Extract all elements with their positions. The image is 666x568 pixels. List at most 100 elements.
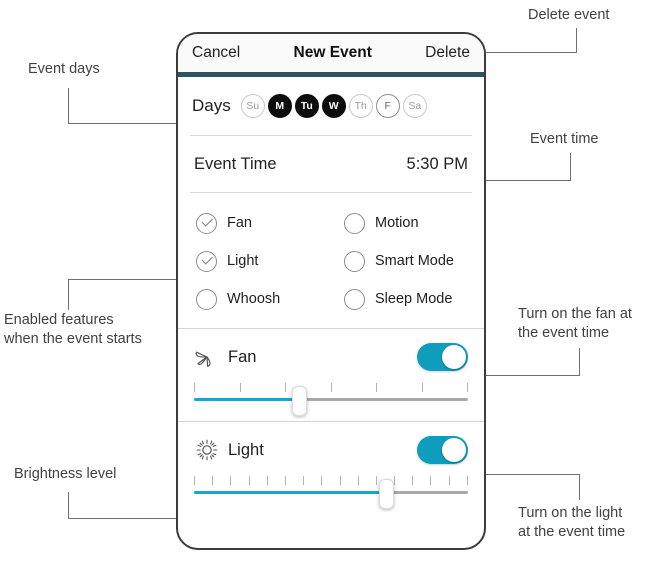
tick (285, 383, 286, 392)
empty-circle-icon[interactable] (344, 212, 365, 234)
tick (448, 476, 450, 485)
check-circle-icon[interactable] (196, 250, 217, 272)
tick (394, 476, 396, 485)
event-time-label: Event Time (194, 154, 277, 173)
tick (194, 383, 195, 392)
tick (194, 476, 195, 485)
light-slider-track[interactable] (194, 491, 468, 494)
feature-label: Whoosh (227, 291, 281, 307)
leader-event-time-vertical (570, 153, 571, 181)
tick (357, 476, 359, 485)
tick (248, 476, 250, 485)
light-slider-ticks (194, 476, 468, 485)
phone-frame: Cancel New Event Delete Days Su M Tu W T… (176, 32, 486, 550)
tick (330, 383, 332, 392)
leader-turn-on-fan-vertical (579, 348, 580, 376)
fan-speed-slider[interactable] (194, 377, 468, 416)
tick (466, 476, 468, 485)
day-pill-tu[interactable]: Tu (294, 94, 319, 118)
feature-sleep-mode[interactable]: Sleep Mode (336, 288, 484, 310)
day-pill-f[interactable]: F (375, 94, 400, 118)
tick (266, 476, 268, 485)
leader-delete-vertical (576, 28, 577, 53)
light-control-label: Light (228, 440, 264, 459)
tick (303, 476, 305, 485)
page-title: New Event (293, 44, 372, 61)
leader-delete-horizontal (472, 52, 577, 53)
toggle-knob (442, 345, 466, 369)
features-row: Fan Motion (178, 204, 484, 242)
day-pill-su[interactable]: Su (240, 94, 265, 118)
feature-label: Light (227, 253, 259, 269)
leader-brightness-vertical (68, 492, 69, 519)
day-pill-w[interactable]: W (321, 94, 346, 118)
sun-icon (194, 437, 220, 463)
annotation-event-time: Event time (530, 131, 599, 147)
event-time-value[interactable]: 5:30 PM (407, 155, 468, 174)
tick (430, 476, 432, 485)
feature-whoosh[interactable]: Whoosh (178, 288, 336, 310)
fan-control-header: Fan (178, 339, 484, 375)
annotation-turn-on-fan: Turn on the fan at the event time (518, 306, 632, 341)
light-brightness-slider[interactable] (194, 470, 468, 509)
day-pill-m[interactable]: M (267, 94, 292, 118)
empty-circle-icon[interactable] (196, 288, 217, 310)
features-grid: Fan Motion Light Smart Mode Whoosh Sleep… (178, 193, 484, 328)
tick (284, 476, 286, 485)
leader-event-days-horizontal (68, 123, 188, 124)
light-control-block: Light (178, 422, 484, 514)
tick (230, 476, 232, 485)
tick (339, 476, 341, 485)
light-toggle[interactable] (417, 436, 468, 464)
empty-circle-icon[interactable] (344, 250, 365, 272)
toggle-knob (442, 438, 466, 462)
navbar: Cancel New Event Delete (178, 34, 484, 72)
day-pill-sa[interactable]: Sa (402, 94, 427, 118)
annotation-brightness-level: Brightness level (14, 466, 117, 482)
cancel-button[interactable]: Cancel (192, 44, 240, 62)
fan-slider-fill (194, 398, 299, 401)
light-slider-fill (194, 491, 386, 494)
tick (375, 476, 377, 485)
feature-label: Sleep Mode (375, 291, 453, 307)
empty-circle-icon[interactable] (344, 288, 365, 310)
annotation-enabled-features: Enabled features when the event starts (4, 312, 142, 347)
event-time-row[interactable]: Event Time 5:30 PM (178, 136, 484, 192)
leader-event-days-vertical (68, 88, 69, 124)
feature-label: Smart Mode (375, 253, 454, 269)
fan-control-label: Fan (228, 347, 257, 366)
annotation-delete-event: Delete event (528, 7, 610, 23)
fan-slider-track[interactable] (194, 398, 468, 401)
light-control-header: Light (178, 432, 484, 468)
feature-smart-mode[interactable]: Smart Mode (336, 250, 484, 272)
feature-label: Fan (227, 215, 252, 231)
fan-blade-icon (194, 344, 220, 370)
fan-toggle[interactable] (417, 343, 468, 371)
features-row: Light Smart Mode (178, 242, 484, 280)
feature-motion[interactable]: Motion (336, 212, 484, 234)
day-pill-group[interactable]: Su M Tu W Th F Sa (240, 94, 427, 118)
leader-turn-on-light-vertical (579, 474, 580, 500)
tick (467, 383, 468, 392)
feature-light[interactable]: Light (178, 250, 336, 272)
check-circle-icon[interactable] (196, 212, 217, 234)
tick (212, 476, 214, 485)
tick (412, 476, 414, 485)
tick (376, 383, 377, 392)
delete-button[interactable]: Delete (425, 44, 470, 62)
fan-control-block: Fan (178, 329, 484, 421)
days-row: Days Su M Tu W Th F Sa (178, 77, 484, 135)
annotation-event-days: Event days (28, 61, 100, 77)
leader-enabled-features-vertical (68, 279, 69, 310)
annotation-turn-on-light: Turn on the light at the event time (518, 505, 626, 540)
tick (321, 476, 323, 485)
day-pill-th[interactable]: Th (348, 94, 373, 118)
tick (421, 383, 423, 392)
tick (239, 383, 241, 392)
fan-slider-ticks (194, 383, 468, 392)
fan-slider-thumb[interactable] (291, 386, 307, 416)
feature-fan[interactable]: Fan (178, 212, 336, 234)
features-row: Whoosh Sleep Mode (178, 280, 484, 318)
light-slider-thumb[interactable] (379, 479, 395, 509)
days-label: Days (192, 96, 231, 115)
